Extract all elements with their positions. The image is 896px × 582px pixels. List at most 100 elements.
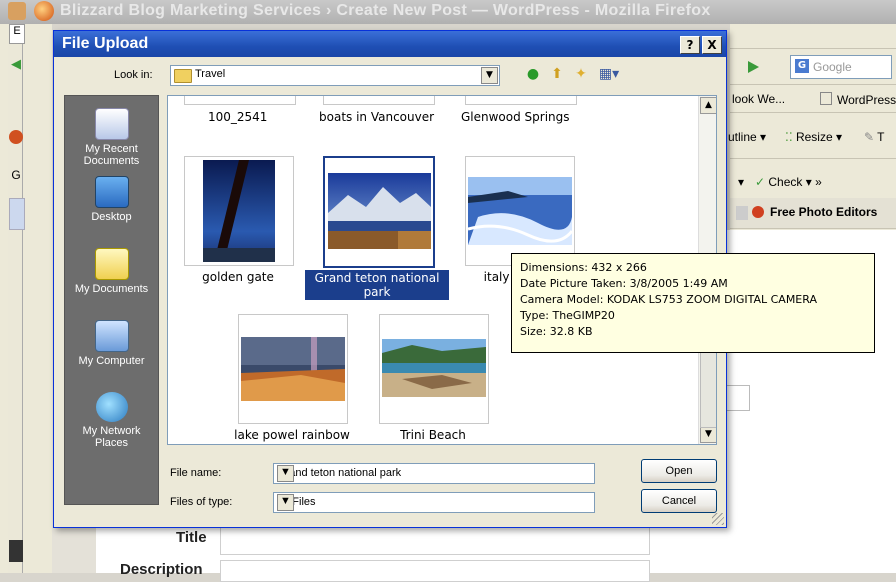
browser-title: Blizzard Blog Marketing Services › Creat… bbox=[60, 2, 711, 19]
resize-icon: ⁚⁚ bbox=[785, 130, 796, 144]
resize-grip-icon[interactable] bbox=[712, 513, 724, 525]
cancel-button[interactable]: Cancel bbox=[641, 489, 717, 513]
tab-favicon-icon bbox=[752, 206, 764, 218]
tooltip-camera: Camera Model: KODAK LS753 ZOOM DIGITAL C… bbox=[520, 293, 817, 306]
check-icon: ✓ bbox=[755, 175, 769, 189]
dialog-title: File Upload bbox=[62, 35, 149, 52]
network-places-icon bbox=[95, 392, 128, 422]
place-network[interactable]: My Network Places bbox=[65, 392, 158, 449]
files-of-type-label: Files of type: bbox=[170, 496, 233, 508]
tooltip-type: Type: TheGIMP20 bbox=[520, 309, 615, 322]
file-caption: Grand teton national park bbox=[305, 270, 449, 300]
place-label: My Network Places bbox=[82, 425, 141, 449]
grand-teton-thumbnail bbox=[328, 173, 431, 249]
app-icon bbox=[8, 2, 26, 20]
menu-row bbox=[730, 24, 896, 49]
sidebar-icon bbox=[9, 130, 23, 144]
title-field[interactable] bbox=[220, 527, 650, 555]
lake-powel-thumbnail bbox=[241, 337, 345, 401]
thumb-frame bbox=[184, 96, 296, 105]
look-in-dropdown[interactable]: Travel ▼ bbox=[170, 65, 500, 86]
file-caption[interactable]: 100_2541 bbox=[208, 110, 267, 124]
italy-thumbnail bbox=[467, 177, 574, 245]
chevron-down-icon[interactable]: ▼ bbox=[277, 465, 294, 482]
go-arrow-icon[interactable] bbox=[746, 59, 760, 73]
place-label: My Recent Documents bbox=[83, 143, 140, 167]
thumb-frame bbox=[184, 156, 294, 266]
chevron-down-icon[interactable]: ▼ bbox=[277, 494, 294, 511]
tab-label: Free Photo Editors bbox=[770, 205, 878, 219]
description-field[interactable] bbox=[220, 560, 650, 582]
pen-icon: ✎ bbox=[864, 130, 878, 144]
thumb-frame bbox=[323, 96, 435, 105]
tooltip-date: Date Picture Taken: 3/8/2005 1:49 AM bbox=[520, 277, 728, 290]
search-placeholder: Google bbox=[813, 60, 852, 74]
tab-scroll[interactable] bbox=[736, 206, 748, 220]
thumb-frame bbox=[465, 156, 575, 266]
check-label: Check ▾ » bbox=[768, 175, 822, 189]
thumb-frame bbox=[465, 96, 577, 105]
my-computer-icon bbox=[94, 320, 129, 352]
dropdown-arrow-icon[interactable]: ▾ bbox=[738, 175, 744, 189]
firefox-icon bbox=[34, 1, 54, 21]
scroll-down-icon[interactable]: ▼ bbox=[700, 426, 716, 443]
place-desktop[interactable]: Desktop bbox=[65, 176, 158, 223]
resize-button[interactable]: ⁚⁚ Resize ▾ bbox=[785, 130, 842, 144]
dialog-title-bar: File Upload ? X bbox=[54, 31, 726, 57]
search-box[interactable]: G Google bbox=[790, 55, 892, 79]
file-caption: Trini Beach bbox=[400, 428, 466, 442]
folder-icon bbox=[174, 69, 192, 83]
places-bar: My Recent Documents Desktop My Documents… bbox=[64, 95, 159, 505]
browser-title-bar: Blizzard Blog Marketing Services › Creat… bbox=[0, 0, 896, 24]
bookmark-item[interactable]: look We... bbox=[732, 92, 785, 106]
trini-beach-thumbnail bbox=[382, 339, 486, 397]
files-of-type-dropdown[interactable]: All Files ▼ bbox=[273, 492, 595, 513]
golden-gate-thumbnail bbox=[203, 160, 275, 262]
desktop-icon bbox=[94, 176, 129, 208]
look-in-label: Look in: bbox=[114, 69, 153, 81]
place-my-computer[interactable]: My Computer bbox=[65, 320, 158, 367]
view-menu-icon[interactable]: ▦▾ bbox=[596, 65, 622, 83]
title-label: Title bbox=[176, 529, 207, 546]
sidebar-bottom-icon bbox=[9, 540, 23, 562]
sidebar-panel bbox=[9, 198, 25, 230]
tooltip-size: Size: 32.8 KB bbox=[520, 325, 593, 338]
chevron-down-icon[interactable]: ▼ bbox=[481, 67, 498, 84]
outline-button[interactable]: utline ▾ bbox=[728, 130, 766, 144]
new-folder-icon[interactable]: ✦ bbox=[572, 65, 590, 83]
thumb-frame bbox=[379, 314, 489, 424]
sidebar-letter: G bbox=[11, 168, 21, 182]
description-label: Description bbox=[120, 561, 203, 578]
place-label: My Computer bbox=[78, 355, 145, 367]
file-caption: golden gate bbox=[202, 270, 274, 284]
scroll-up-icon[interactable]: ▲ bbox=[700, 97, 716, 114]
tab-free-photo-editors[interactable]: Free Photo Editors bbox=[752, 205, 877, 219]
toolbar-t-button[interactable]: ✎ T bbox=[864, 130, 885, 144]
place-my-documents[interactable]: My Documents bbox=[65, 248, 158, 295]
place-recent[interactable]: My Recent Documents bbox=[65, 108, 158, 167]
help-button[interactable]: ? bbox=[680, 36, 700, 54]
file-name-value: Grand teton national park bbox=[277, 467, 402, 479]
back-icon[interactable]: ● bbox=[524, 65, 542, 83]
file-info-tooltip: Dimensions: 432 x 266 Date Picture Taken… bbox=[511, 253, 875, 353]
tooltip-dimensions: Dimensions: 432 x 266 bbox=[520, 261, 647, 274]
sidebar-tab[interactable]: E bbox=[9, 24, 25, 44]
resize-label: Resize ▾ bbox=[795, 130, 843, 144]
browser-sidebar-strip bbox=[8, 24, 23, 573]
file-name-field[interactable]: Grand teton national park ▼ bbox=[273, 463, 595, 484]
bookmark-item[interactable]: WordPress bbox=[820, 92, 896, 107]
my-documents-icon bbox=[94, 248, 129, 280]
file-caption[interactable]: Glenwood Springs bbox=[461, 110, 570, 124]
bookmark-label: WordPress bbox=[837, 93, 896, 107]
open-button[interactable]: Open bbox=[641, 459, 717, 483]
up-folder-icon[interactable]: ⬆ bbox=[548, 65, 566, 83]
google-icon: G bbox=[795, 59, 809, 73]
check-button[interactable]: ✓ Check ▾ » bbox=[755, 175, 822, 189]
back-arrow-icon[interactable]: ◀ bbox=[9, 56, 23, 74]
thumb-frame bbox=[323, 156, 435, 268]
file-caption[interactable]: boats in Vancouver bbox=[319, 110, 434, 124]
thumb-frame bbox=[238, 314, 348, 424]
close-button[interactable]: X bbox=[702, 36, 722, 54]
place-label: Desktop bbox=[91, 211, 132, 223]
place-label: My Documents bbox=[74, 283, 149, 295]
